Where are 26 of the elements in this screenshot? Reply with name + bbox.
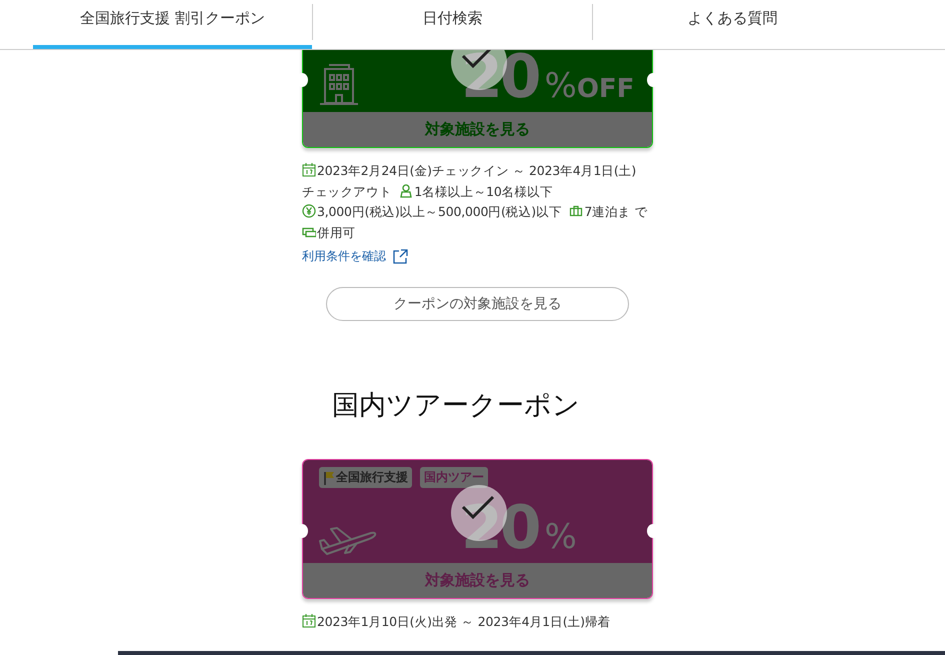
detail-text: で <box>634 204 648 219</box>
detail-text: 7連泊ま <box>584 204 631 219</box>
building-icon <box>319 61 359 106</box>
percent-sign: % <box>544 517 577 557</box>
detail-text: 併用可 <box>317 224 356 240</box>
off-label: OFF <box>576 74 634 104</box>
detail-text: 2023年1月10日(火)出発 ～ 2023年4月1日(土)帰着 <box>317 614 610 629</box>
view-coupon-facilities-button[interactable]: クーポンの対象施設を見る <box>326 287 629 321</box>
discount-value: 20 <box>461 50 538 104</box>
detail-text: 2023年2月24日(金)チェックイン ～ 2023年4月1日(土) <box>317 163 636 178</box>
percent-sign: % <box>544 66 577 106</box>
flag-icon <box>323 470 335 484</box>
terms-link[interactable]: 利用条件を確認 <box>302 248 408 265</box>
detail-text: 3,000円(税込)以上～500,000円(税込)以下 <box>317 204 562 219</box>
calendar-icon <box>302 614 316 628</box>
person-icon <box>399 184 414 198</box>
external-link-icon <box>392 249 408 264</box>
calendar-icon <box>302 163 316 177</box>
tag: 全国旅行支援 <box>319 467 412 488</box>
discount-value: 20 <box>461 501 538 555</box>
detail-text: チェックアウト <box>302 184 392 198</box>
tag: 国内ツアー <box>420 467 488 488</box>
yen-icon <box>302 204 316 218</box>
detail-text: 1名様以上～10名様以下 <box>414 184 553 198</box>
section-heading: 国内ツアークーポン <box>332 389 580 423</box>
suitcase-icon <box>569 204 584 218</box>
